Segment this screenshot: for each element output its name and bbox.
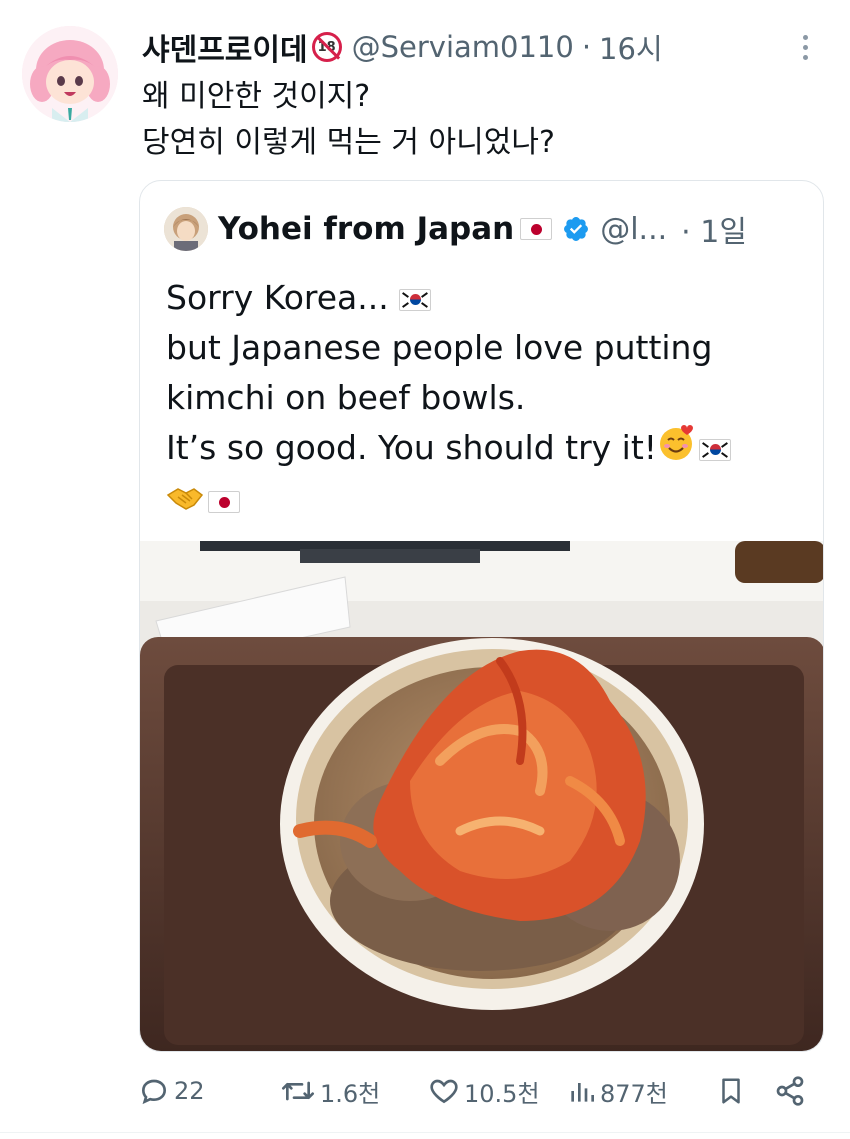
flag-korea-icon — [699, 438, 732, 461]
quoted-separator: · — [681, 215, 691, 250]
tweet[interactable]: 샤덴프로이데 18 @Serviam0110 · 16시 왜 미안한 것이지? … — [0, 0, 850, 1139]
quoted-tweet-text: Sorry Korea... but Japanese people love … — [166, 273, 803, 527]
quoted-tweet-card[interactable]: Yohei from Japan @l... · 1일 Sorry Korea.… — [139, 180, 824, 1052]
reply-button[interactable]: 22 — [138, 1066, 205, 1116]
quoted-user-avatar[interactable] — [164, 207, 208, 251]
repost-button[interactable]: 1.6천 — [280, 1066, 380, 1116]
timestamp[interactable]: 16시 — [599, 26, 663, 68]
views-button[interactable]: 877천 — [568, 1066, 668, 1116]
quoted-timestamp[interactable]: · 1일 — [681, 207, 747, 251]
adult-content-icon: 18 — [311, 32, 342, 62]
beef-bowl-photo — [140, 541, 823, 1051]
views-count: 877천 — [600, 1079, 668, 1108]
user-handle[interactable]: @Serviam0110 — [352, 30, 574, 64]
tweet-text: 왜 미안한 것이지? 당연히 이렇게 먹는 거 아니었나? — [142, 74, 830, 166]
bookmark-icon — [722, 1078, 740, 1104]
share-button[interactable] — [774, 1066, 806, 1116]
quoted-text-line: but Japanese people love putting — [166, 328, 713, 367]
display-name[interactable]: 샤덴프로이데 — [142, 25, 308, 69]
quoted-user-handle[interactable]: @l... — [600, 212, 667, 247]
bookmark-button[interactable] — [716, 1066, 746, 1116]
reply-count: 22 — [174, 1077, 205, 1105]
quoted-display-name[interactable]: Yohei from Japan — [218, 211, 514, 247]
repost-count: 1.6천 — [320, 1079, 381, 1108]
quoted-avatar-illustration — [164, 207, 208, 251]
flag-korea-icon — [399, 288, 432, 311]
quoted-tweet-header: Yohei from Japan @l... · 1일 — [164, 205, 801, 253]
share-icon — [776, 1076, 804, 1106]
repost-icon — [282, 1081, 314, 1101]
user-avatar[interactable] — [22, 26, 118, 122]
quoted-text-line: It’s so good. You should try it! — [166, 428, 658, 467]
handshake-icon — [166, 477, 204, 527]
quoted-text-line: Sorry Korea... — [166, 278, 389, 317]
quoted-text-line: kimchi on beef bowls. — [166, 378, 526, 417]
flag-japan-icon — [208, 491, 240, 513]
like-button[interactable]: 10.5천 — [428, 1066, 540, 1116]
tweet-image[interactable] — [140, 541, 823, 1051]
verified-badge-icon — [562, 215, 590, 243]
smiling-face-with-hearts-icon — [657, 424, 695, 476]
flag-japan-icon — [520, 218, 553, 240]
tweet-header: 샤덴프로이데 18 @Serviam0110 · 16시 — [142, 24, 830, 70]
more-icon[interactable] — [790, 30, 820, 64]
like-icon — [430, 1079, 458, 1104]
quoted-time-value: 1일 — [700, 215, 747, 250]
adult-badge-label: 18 — [317, 39, 336, 55]
separator: · — [581, 30, 592, 64]
tweet-action-bar: 22 1.6천 10.5천 877천 — [138, 1066, 818, 1116]
views-icon — [571, 1083, 594, 1102]
tweet-text-line: 왜 미안한 것이지? — [142, 79, 371, 114]
divider — [0, 1132, 850, 1133]
like-count: 10.5천 — [464, 1079, 540, 1108]
reply-icon — [141, 1079, 167, 1105]
tweet-text-line: 당연히 이렇게 먹는 거 아니었나? — [142, 125, 555, 160]
avatar-illustration — [22, 26, 118, 122]
